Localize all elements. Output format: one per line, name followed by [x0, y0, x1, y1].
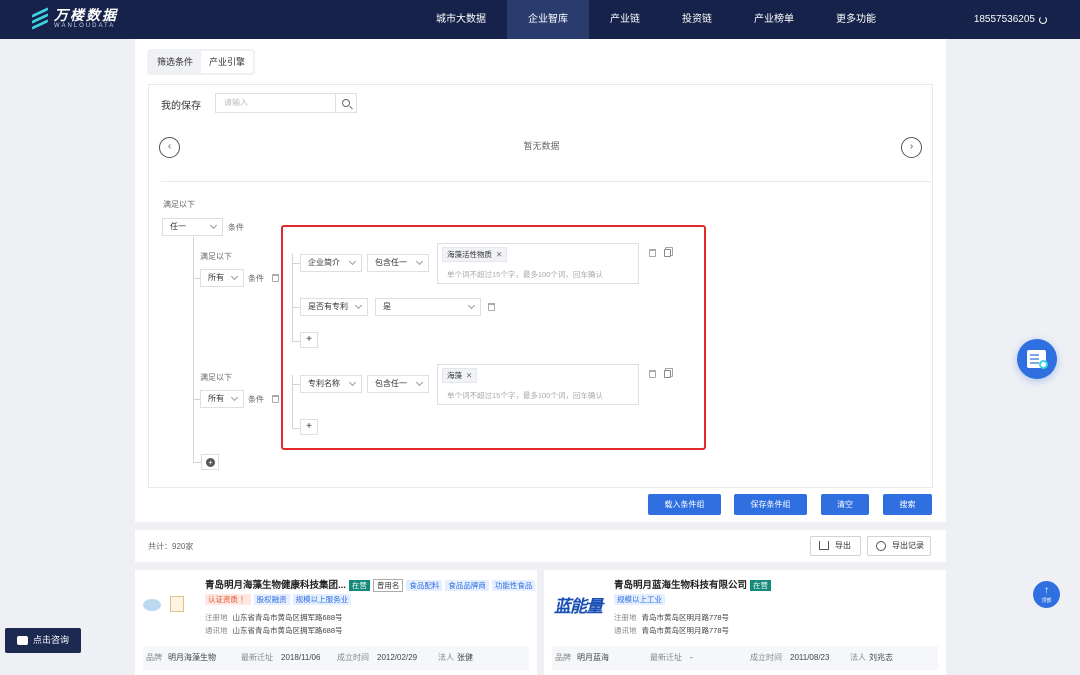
mailing-address: 通讯地 青岛市黄岛区明月路778号: [614, 626, 730, 635]
export-log-button[interactable]: 导出记录: [867, 536, 931, 556]
arrow-up-icon: ↑: [1044, 585, 1049, 596]
load-condition-group-button[interactable]: 载入条件组: [648, 494, 721, 515]
group1-match-select[interactable]: 所有: [200, 269, 244, 287]
group1-cond-label: 条件: [248, 274, 264, 283]
group2-match-select[interactable]: 所有: [200, 390, 244, 408]
nav-more-features[interactable]: 更多功能: [815, 0, 897, 39]
saved-search-button[interactable]: [336, 93, 357, 113]
next-arrow-icon[interactable]: ›: [901, 137, 922, 158]
legal-rep: 刘兆志: [869, 653, 893, 662]
company-chips: 规模以上工业: [614, 594, 668, 605]
registered-address: 注册地 山东省青岛市黄岛区拥军路688号: [205, 613, 343, 622]
main-nav: 城市大数据 企业智库 产业链 投资链 产业榜单 更多功能: [415, 0, 897, 39]
company-meta: 品牌 明月海藻生物 最新迁址 2018/11/06 成立时间 2012/02/29 法…: [143, 646, 529, 670]
company-name: 青岛明月海藻生物健康科技集团... 在营 曾用名 食品配料 食品品牌商 功能性食品: [205, 577, 536, 592]
mailing-address: 通讯地 山东省青岛市黄岛区拥军路688号: [205, 626, 343, 635]
group2-cond-label: 条件: [248, 395, 264, 404]
search-card: 筛选条件 产业引擎 我的保存 请输入 ‹ 暂无数据 › 满足以下 任一 条件 满…: [135, 39, 946, 522]
root-satisfy-label: 满足以下: [163, 200, 195, 209]
root-match-select[interactable]: 任一: [162, 218, 223, 236]
add-group-button[interactable]: +: [201, 454, 219, 470]
scale-service-badge: 规模以上服务业: [292, 594, 352, 605]
floating-app-button[interactable]: [1017, 339, 1057, 379]
user-phone: 18557536205: [973, 14, 1035, 25]
tag-badge: 功能性食品: [491, 580, 536, 591]
founded-date: 2011/08/23: [790, 653, 830, 662]
status-badge: 在营: [348, 580, 370, 591]
engine-panel: 我的保存 请输入 ‹ 暂无数据 › 满足以下 任一 条件 满足以下 所有 条件 …: [148, 84, 933, 488]
results-bar: 共计：920家 导出 导出记录: [135, 530, 946, 562]
move-date: -: [690, 653, 693, 662]
brand-name-en: WANLOUDATA: [54, 23, 116, 29]
nav-industry-chain[interactable]: 产业链: [589, 0, 661, 39]
brand-logo[interactable]: 万楼数据 WANLOUDATA: [32, 7, 118, 30]
clear-button[interactable]: 清空: [821, 494, 869, 515]
certification-badge: 认证资质 ！: [205, 594, 251, 605]
group1-satisfy-label: 满足以下: [200, 252, 232, 261]
founded-date: 2012/02/29: [377, 653, 418, 662]
brand-name: 万楼数据: [54, 7, 118, 23]
tag-badge: 食品品牌商: [445, 580, 489, 591]
nav-city-data[interactable]: 城市大数据: [415, 0, 507, 39]
highlight-box: [281, 225, 706, 450]
company-card[interactable]: 青岛明月海藻生物健康科技集团... 在营 曾用名 食品配料 食品品牌商 功能性食品 认证资…: [135, 570, 537, 675]
scale-industry-badge: 规模以上工业: [614, 594, 665, 605]
saved-search-input[interactable]: 请输入: [215, 93, 336, 113]
logo-mark-icon: [32, 7, 48, 30]
brand-value: 明月蓝海: [577, 653, 609, 662]
my-saved-label: 我的保存: [161, 101, 201, 112]
download-icon: [819, 541, 829, 550]
equity-financing-badge: 股权融资: [253, 594, 290, 605]
brand-value: 明月海藻生物: [168, 653, 216, 662]
company-chips: 认证资质 ！股权融资 规模以上服务业: [205, 594, 354, 605]
export-button[interactable]: 导出: [810, 536, 861, 556]
save-condition-group-button[interactable]: 保存条件组: [734, 494, 807, 515]
company-logo: 蓝能量: [554, 597, 603, 616]
former-name-badge[interactable]: 曾用名: [372, 579, 404, 592]
result-total: 共计：920家: [148, 542, 194, 551]
search-icon: [342, 99, 350, 107]
group2-satisfy-label: 满足以下: [200, 373, 232, 382]
company-name: 青岛明月蓝海生物科技有限公司 在营: [614, 577, 772, 591]
tab-group: 筛选条件 产业引擎: [147, 49, 256, 75]
registered-address: 注册地 青岛市黄岛区明月路778号: [614, 613, 730, 622]
company-meta: 品牌 明月蓝海 最新迁址 - 成立时间 2011/08/23 法人 刘兆志: [552, 646, 938, 670]
nav-investment-chain[interactable]: 投资链: [661, 0, 733, 39]
legal-rep: 张健: [457, 653, 473, 662]
status-badge: 在营: [750, 580, 772, 591]
user-account[interactable]: 18557536205: [974, 0, 1047, 39]
divider: [161, 181, 931, 182]
top-navbar: 万楼数据 WANLOUDATA 城市大数据 企业智库 产业链 投资链 产业榜单 …: [0, 0, 1080, 39]
tab-filter-conditions[interactable]: 筛选条件: [149, 51, 201, 73]
saved-empty-text: 暂无数据: [523, 141, 560, 151]
company-card[interactable]: 蓝能量 青岛明月蓝海生物科技有限公司 在营 规模以上工业 注册地 青岛市黄岛区明月路…: [544, 570, 946, 675]
tree-line: [193, 237, 194, 462]
nav-enterprise-library[interactable]: 企业智库: [507, 0, 589, 39]
company-logo: [143, 596, 193, 614]
plus-circle-icon: +: [206, 458, 215, 467]
tab-industry-engine[interactable]: 产业引擎: [201, 51, 254, 73]
move-date: 2018/11/06: [281, 653, 321, 662]
root-cond-label: 条件: [228, 223, 244, 232]
tag-badge: 食品配料: [406, 580, 443, 591]
nav-industry-rankings[interactable]: 产业榜单: [733, 0, 815, 39]
search-button[interactable]: 搜索: [883, 494, 932, 515]
group1-delete-icon[interactable]: [272, 274, 279, 282]
chat-icon: [17, 636, 28, 645]
consult-button[interactable]: 点击咨询: [5, 628, 81, 653]
history-icon: [876, 541, 886, 551]
group2-delete-icon[interactable]: [272, 395, 279, 403]
back-to-top-button[interactable]: ↑ 顶部: [1033, 581, 1060, 608]
logout-icon[interactable]: [1039, 15, 1047, 24]
